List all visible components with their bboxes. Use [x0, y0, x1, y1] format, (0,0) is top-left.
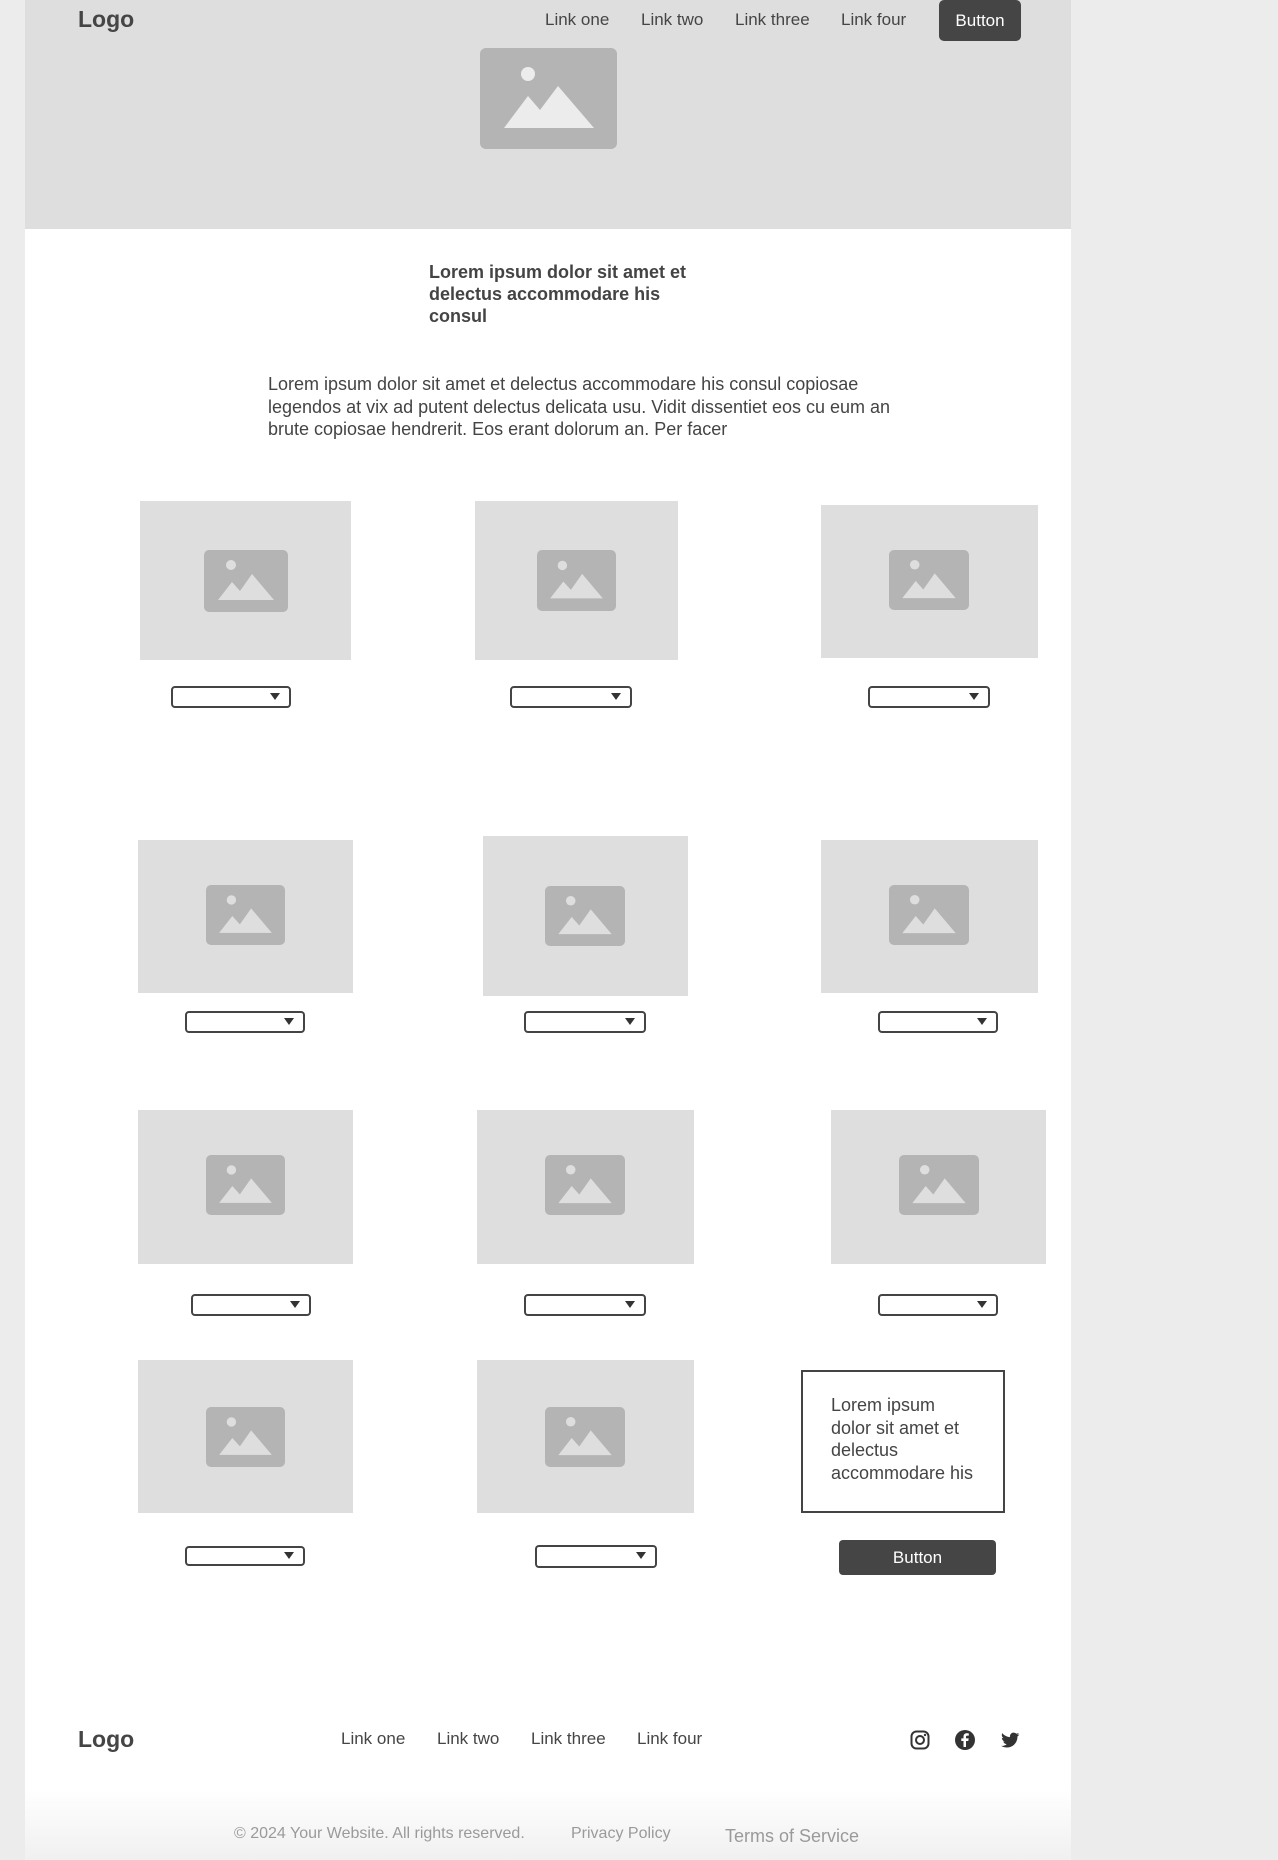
card-image — [477, 1110, 694, 1264]
nav-logo[interactable]: Logo — [78, 6, 134, 33]
chevron-down-icon — [969, 693, 979, 700]
image-placeholder-icon — [545, 1155, 625, 1215]
card-image — [475, 501, 678, 660]
nav-button[interactable]: Button — [939, 0, 1021, 41]
card-image — [821, 505, 1038, 658]
privacy-policy-link[interactable]: Privacy Policy — [571, 1825, 671, 1843]
image-placeholder-icon — [889, 885, 969, 945]
footer-link-four[interactable]: Link four — [637, 1729, 702, 1749]
image-placeholder-icon — [206, 1155, 285, 1215]
footer-link-one[interactable]: Link one — [341, 1729, 405, 1749]
card-dropdown[interactable] — [185, 1546, 305, 1566]
image-placeholder-icon — [206, 1407, 285, 1467]
chevron-down-icon — [636, 1552, 646, 1559]
chevron-down-icon — [611, 693, 621, 700]
nav-link-one[interactable]: Link one — [545, 10, 609, 30]
nav-link-three[interactable]: Link three — [735, 10, 810, 30]
card-dropdown[interactable] — [191, 1294, 311, 1316]
copyright-text: © 2024 Your Website. All rights reserved… — [234, 1825, 525, 1842]
section-heading: Lorem ipsum dolor sit amet et delectus a… — [429, 262, 687, 326]
image-placeholder-icon — [899, 1155, 979, 1215]
chevron-down-icon — [625, 1018, 635, 1025]
card-image — [140, 501, 351, 660]
card-dropdown[interactable] — [878, 1294, 998, 1316]
chevron-down-icon — [284, 1018, 294, 1025]
hero-image-placeholder-icon — [480, 48, 617, 149]
card-dropdown[interactable] — [878, 1011, 998, 1033]
image-placeholder-icon — [206, 885, 285, 945]
chevron-down-icon — [290, 1301, 300, 1308]
card-dropdown[interactable] — [535, 1545, 657, 1568]
facebook-icon[interactable] — [954, 1729, 976, 1751]
image-placeholder-icon — [545, 1407, 625, 1467]
card-image — [483, 836, 688, 996]
image-placeholder-icon — [204, 550, 288, 612]
card-dropdown[interactable] — [185, 1011, 305, 1033]
card-image — [821, 840, 1038, 993]
chevron-down-icon — [270, 693, 280, 700]
card-dropdown[interactable] — [171, 686, 291, 708]
footer-logo[interactable]: Logo — [78, 1726, 134, 1753]
chevron-down-icon — [625, 1301, 635, 1308]
card-dropdown[interactable] — [524, 1011, 646, 1033]
image-placeholder-icon — [889, 550, 969, 610]
image-placeholder-icon — [545, 886, 625, 946]
card-image — [477, 1360, 694, 1513]
terms-of-service-link[interactable]: Terms of Service — [725, 1826, 859, 1847]
card-image — [138, 1360, 353, 1513]
text-card-button[interactable]: Button — [839, 1540, 996, 1575]
page: Logo Link one Link two Link three Link f… — [25, 0, 1071, 1860]
hero-section: Logo Link one Link two Link three Link f… — [25, 0, 1071, 229]
chevron-down-icon — [284, 1552, 294, 1559]
footer-link-two[interactable]: Link two — [437, 1729, 499, 1749]
twitter-icon[interactable] — [999, 1729, 1021, 1751]
card-dropdown[interactable] — [868, 686, 990, 708]
chevron-down-icon — [977, 1018, 987, 1025]
nav-link-four[interactable]: Link four — [841, 10, 906, 30]
text-card: Lorem ipsum dolor sit amet et delectus a… — [801, 1370, 1005, 1513]
footer-link-three[interactable]: Link three — [531, 1729, 606, 1749]
chevron-down-icon — [977, 1301, 987, 1308]
instagram-icon[interactable] — [909, 1729, 931, 1751]
card-image — [831, 1110, 1046, 1264]
nav-link-two[interactable]: Link two — [641, 10, 703, 30]
image-placeholder-icon — [537, 550, 616, 611]
card-dropdown[interactable] — [510, 686, 632, 708]
section-paragraph: Lorem ipsum dolor sit amet et delectus a… — [268, 374, 891, 439]
card-image — [138, 1110, 353, 1264]
card-image — [138, 840, 353, 993]
card-dropdown[interactable] — [524, 1294, 646, 1316]
